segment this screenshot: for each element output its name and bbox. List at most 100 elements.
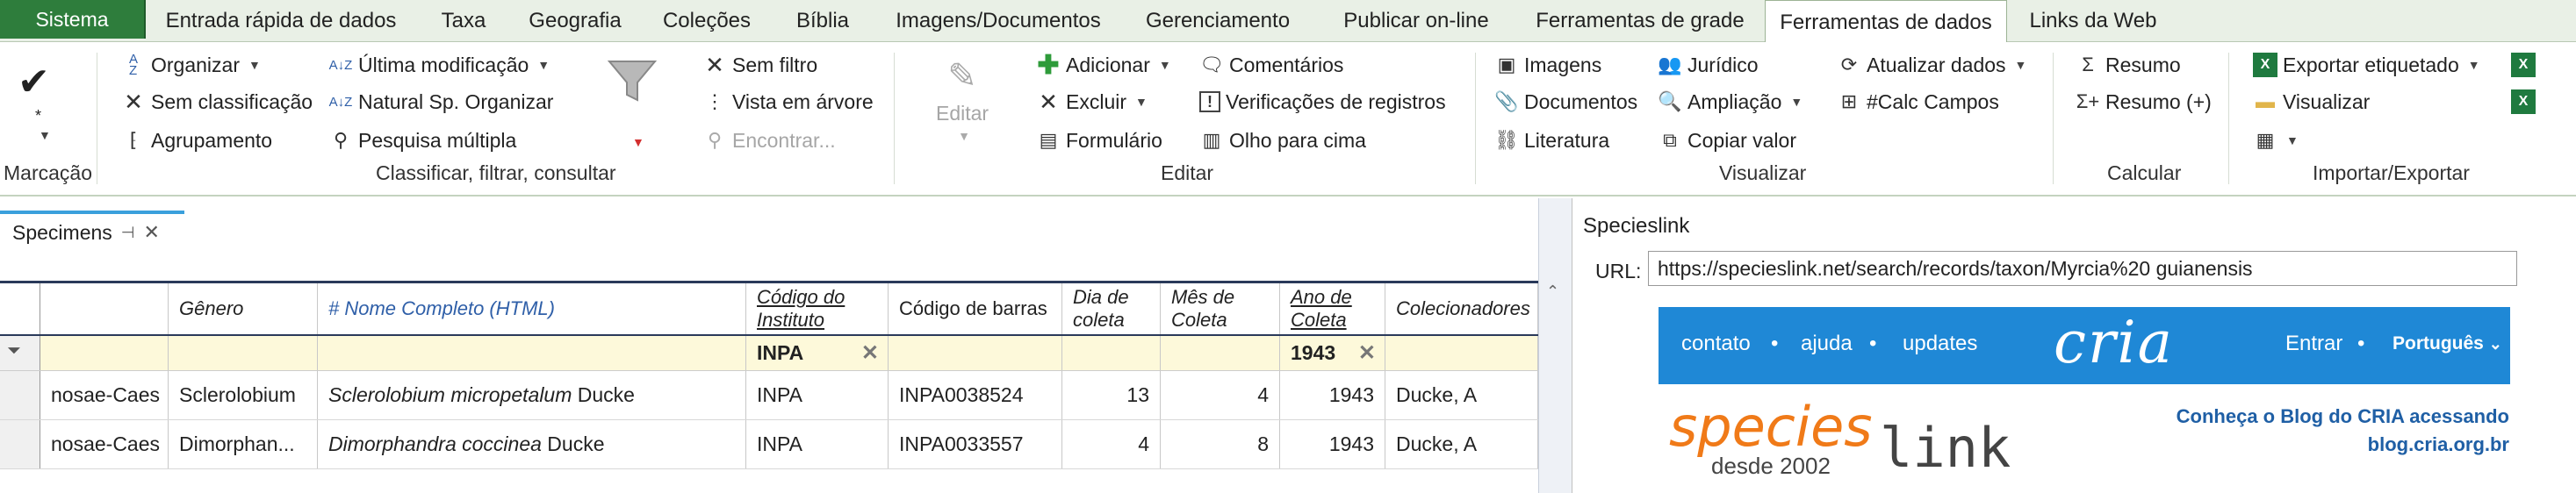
sem-filtro-button[interactable]: ✕ Sem filtro (702, 49, 817, 81)
marcacao-dropdown[interactable]: ▼ (35, 126, 51, 144)
excluir-button[interactable]: ✕ Excluir ▼ (1036, 86, 1148, 118)
promo-link[interactable]: blog.cria.org.br (2368, 433, 2509, 456)
pesquisa-multipla-button[interactable]: ⚲ Pesquisa múltipla (328, 125, 516, 156)
filter-cell-genero[interactable] (169, 336, 318, 370)
tab-publicar-online[interactable]: Publicar on-line (1324, 0, 1508, 42)
tab-ferramentas-grade[interactable]: Ferramentas de grade (1524, 0, 1756, 42)
visualizar-export-button[interactable]: ▬ Visualizar (2253, 86, 2370, 118)
ampliacao-button[interactable]: 🔍 Ampliação ▼ (1658, 86, 1802, 118)
col-header-mes[interactable]: Mês de Coleta (1161, 283, 1280, 334)
system-menu-button[interactable]: Sistema (0, 0, 146, 39)
imagens-button[interactable]: ▣ Imagens (1494, 49, 1602, 81)
row-selector[interactable] (0, 371, 40, 419)
col-header-nome-completo[interactable]: # Nome Completo (HTML) (318, 283, 746, 334)
checkmark-icon[interactable]: ✔ (18, 60, 50, 104)
col-header-codigo-barras[interactable]: Código de barras (889, 283, 1062, 334)
tab-imagens-documentos[interactable]: Imagens/Documentos (880, 0, 1117, 42)
filter-cell-instituto[interactable]: INPA ✕ (746, 336, 889, 370)
close-icon[interactable]: ✕ (143, 221, 159, 244)
comentarios-button[interactable]: 🗨 Comentários (1199, 49, 1343, 81)
col-header-family[interactable] (40, 283, 169, 334)
cell-coletor[interactable]: Ducke, A (1385, 420, 1538, 468)
cell-coletor[interactable]: Ducke, A (1385, 371, 1538, 419)
nav-ajuda-link[interactable]: ajuda (1801, 332, 1853, 356)
filter-cell-barcode[interactable] (889, 336, 1062, 370)
calc-campos-button[interactable]: ⊞ #Calc Campos (1837, 86, 1999, 118)
organizar-button[interactable]: AZ Organizar ▼ (121, 49, 261, 81)
specieslink-logo[interactable]: species link desde 2002 (1659, 395, 2062, 493)
specimens-doc-tab[interactable]: Specimens ⊣ ✕ (0, 211, 184, 251)
adicionar-button[interactable]: ✚ Adicionar ▼ (1036, 49, 1170, 81)
cell-genero[interactable]: Sclerolobium (169, 371, 318, 419)
filter-cell-mes[interactable] (1161, 336, 1280, 370)
filter-cell-coletor[interactable] (1385, 336, 1538, 370)
filter-cell-family[interactable] (40, 336, 169, 370)
editar-button[interactable]: ✎ Editar ▼ (936, 54, 989, 151)
cell-mes[interactable]: 8 (1161, 420, 1280, 468)
chart-export-button[interactable]: ▦ ▼ (2253, 125, 2299, 156)
vista-arvore-button[interactable]: ⋮ Vista em árvore (702, 86, 874, 118)
olho-button[interactable]: ▥ Olho para cima (1199, 125, 1366, 156)
cell-family[interactable]: nosae-Caes (40, 371, 169, 419)
documentos-button[interactable]: 📎 Documentos (1494, 86, 1637, 118)
nav-updates-link[interactable]: updates (1903, 332, 1977, 356)
pin-icon[interactable]: ⊣ (121, 224, 135, 242)
tab-taxa[interactable]: Taxa (420, 0, 507, 42)
filter-cell-dia[interactable] (1062, 336, 1161, 370)
cell-dia[interactable]: 4 (1062, 420, 1161, 468)
cell-instituto[interactable]: INPA (746, 420, 889, 468)
nav-contato-link[interactable]: contato (1681, 332, 1751, 356)
exportar-etiquetado-button[interactable]: X Exportar etiquetado ▼ (2253, 49, 2480, 81)
vertical-scrollbar[interactable]: ⌃ (1538, 198, 1572, 493)
col-header-dia[interactable]: Dia de coleta (1062, 283, 1161, 334)
tab-entrada-rapida[interactable]: Entrada rápida de dados (158, 0, 404, 42)
tab-gerenciamento[interactable]: Gerenciamento (1134, 0, 1301, 42)
formulario-button[interactable]: ▤ Formulário (1036, 125, 1162, 156)
clear-filter-icon[interactable]: ✕ (861, 340, 879, 366)
encontrar-button[interactable]: ⚲ Encontrar... (702, 125, 836, 156)
excel-export-button[interactable]: X (2511, 49, 2536, 81)
juridico-button[interactable]: 👥 Jurídico (1658, 49, 1758, 81)
sem-classificacao-button[interactable]: ✕ Sem classificação (121, 86, 313, 118)
table-row[interactable]: nosae-Caes Dimorphan... Dimorphandra coc… (0, 420, 1538, 469)
literatura-button[interactable]: ⛓ Literatura (1494, 125, 1609, 156)
tab-colecoes[interactable]: Coleções (650, 0, 764, 42)
row-selector[interactable] (0, 420, 40, 468)
tab-geografia[interactable]: Geografia (518, 0, 632, 42)
resumo-button[interactable]: Σ Resumo (2076, 49, 2180, 81)
cell-mes[interactable]: 4 (1161, 371, 1280, 419)
cell-ano[interactable]: 1943 (1280, 420, 1385, 468)
cell-barcode[interactable]: INPA0038524 (889, 371, 1062, 419)
atualizar-dados-button[interactable]: ⟳ Atualizar dados ▼ (1837, 49, 2027, 81)
cell-barcode[interactable]: INPA0033557 (889, 420, 1062, 468)
cell-nome-completo[interactable]: Sclerolobium micropetalum Ducke (318, 371, 746, 419)
agrupamento-button[interactable]: ⁅ Agrupamento (121, 125, 272, 156)
cell-genero[interactable]: Dimorphan... (169, 420, 318, 468)
filter-cell-nome[interactable] (318, 336, 746, 370)
tab-links-web[interactable]: Links da Web (2016, 0, 2170, 42)
col-header-colecionadores[interactable]: Colecionadores (1385, 283, 1538, 334)
table-row[interactable]: nosae-Caes Sclerolobium Sclerolobium mic… (0, 371, 1538, 420)
filter-funnel-icon[interactable] (604, 53, 660, 109)
clear-filter-icon[interactable]: ✕ (1358, 340, 1376, 366)
ultima-modificacao-button[interactable]: A↓Z Última modificação ▼ (328, 49, 550, 81)
cell-ano[interactable]: 1943 (1280, 371, 1385, 419)
filter-dropdown[interactable]: ▼ (629, 126, 644, 158)
cell-instituto[interactable]: INPA (746, 371, 889, 419)
col-header-codigo-instituto[interactable]: Código do Instituto (746, 283, 889, 334)
cell-family[interactable]: nosae-Caes (40, 420, 169, 468)
scroll-up-arrow-icon[interactable]: ⌃ (1546, 282, 1559, 301)
url-input[interactable]: https://specieslink.net/search/records/t… (1648, 251, 2517, 286)
resumo-plus-button[interactable]: Σ+ Resumo (+) (2076, 86, 2212, 118)
tab-ferramentas-dados[interactable]: Ferramentas de dados (1765, 0, 2007, 44)
natural-sp-button[interactable]: A↓Z Natural Sp. Organizar (328, 86, 554, 118)
cell-dia[interactable]: 13 (1062, 371, 1161, 419)
copiar-valor-button[interactable]: ⧉ Copiar valor (1658, 125, 1796, 156)
excel-import-button[interactable]: X (2511, 86, 2536, 118)
tab-biblia[interactable]: Bíblia (781, 0, 864, 42)
cell-nome-completo[interactable]: Dimorphandra coccinea Ducke (318, 420, 746, 468)
verificacoes-button[interactable]: ! Verificações de registros (1199, 86, 1446, 118)
language-select[interactable]: Português ⌄ (2393, 333, 2502, 354)
col-header-genero[interactable]: Gênero (169, 283, 318, 334)
entrar-link[interactable]: Entrar (2285, 332, 2342, 356)
